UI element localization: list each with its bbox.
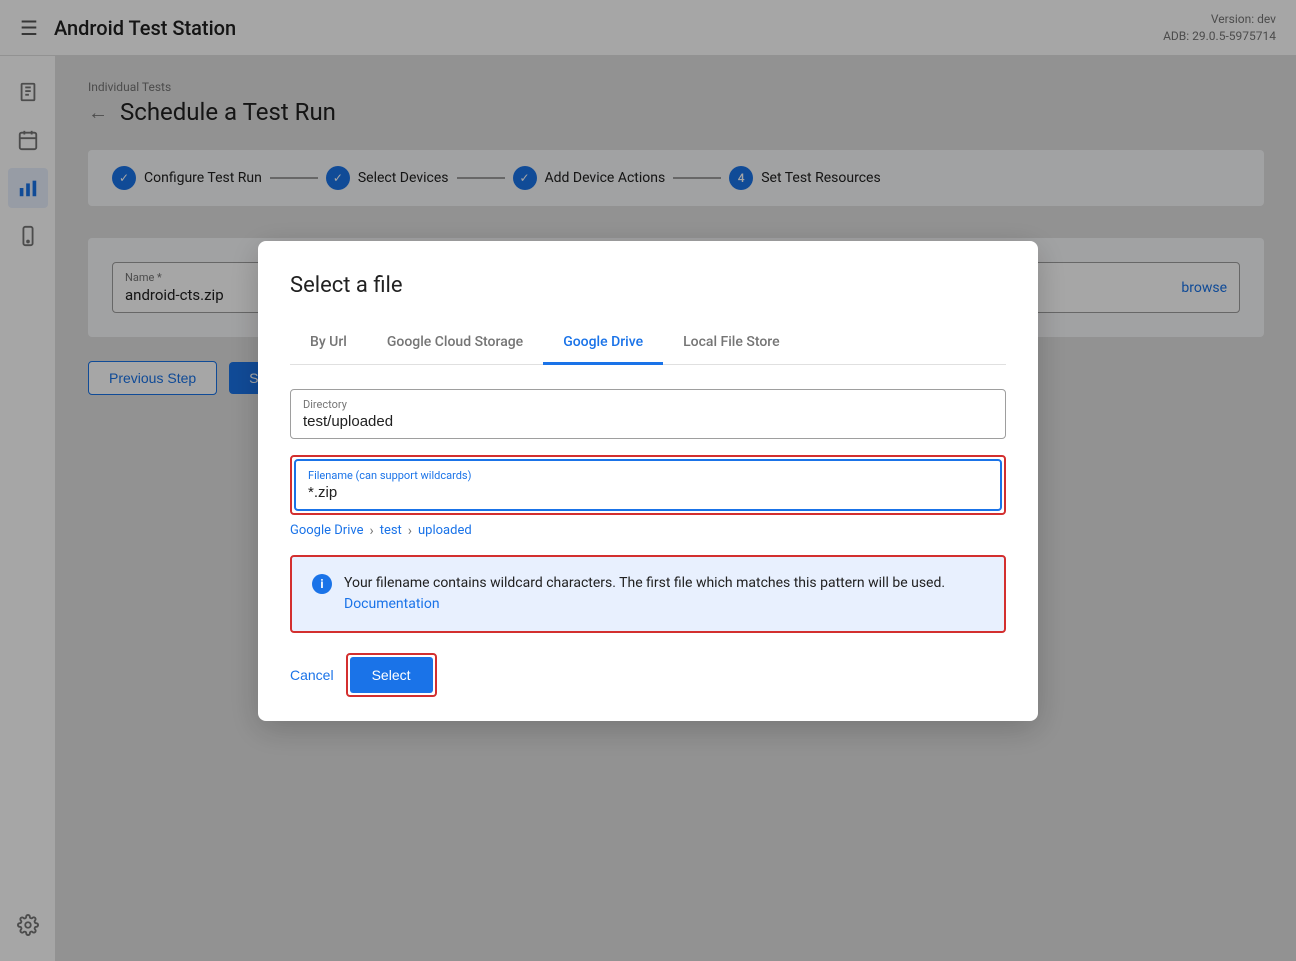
select-button[interactable]: Select <box>350 657 433 693</box>
select-file-dialog: Select a file By Url Google Cloud Storag… <box>258 241 1038 721</box>
file-path-google-drive[interactable]: Google Drive <box>290 523 363 538</box>
filename-field: Filename (can support wildcards) <box>294 459 1002 511</box>
directory-label: Directory <box>303 398 993 411</box>
tab-local-file[interactable]: Local File Store <box>663 322 799 365</box>
directory-input[interactable] <box>303 413 993 430</box>
info-message: Your filename contains wildcard characte… <box>344 573 984 615</box>
file-path-test[interactable]: test <box>380 523 402 538</box>
filename-label: Filename (can support wildcards) <box>308 469 988 482</box>
tab-google-cloud[interactable]: Google Cloud Storage <box>367 322 543 365</box>
dialog-cancel-button[interactable]: Cancel <box>290 667 334 683</box>
info-icon: i <box>312 574 332 594</box>
filename-red-outline: Filename (can support wildcards) <box>290 455 1006 515</box>
dialog-tabs: By Url Google Cloud Storage Google Drive… <box>290 322 1006 365</box>
dialog-action-buttons: Cancel Select <box>290 653 1006 697</box>
file-path-breadcrumb: Google Drive › test › uploaded <box>290 523 1006 539</box>
tab-google-drive[interactable]: Google Drive <box>543 322 663 365</box>
file-path-sep-2: › <box>408 523 412 539</box>
dialog-overlay: Select a file By Url Google Cloud Storag… <box>0 0 1296 961</box>
documentation-link[interactable]: Documentation <box>344 596 440 612</box>
directory-field: Directory <box>290 389 1006 439</box>
file-path-sep-1: › <box>369 523 373 539</box>
dialog-title: Select a file <box>290 273 1006 298</box>
wildcard-info-box: i Your filename contains wildcard charac… <box>290 555 1006 633</box>
file-path-uploaded[interactable]: uploaded <box>418 523 472 538</box>
select-button-wrapper: Select <box>346 653 437 697</box>
filename-input[interactable] <box>308 484 988 501</box>
tab-by-url[interactable]: By Url <box>290 322 367 365</box>
